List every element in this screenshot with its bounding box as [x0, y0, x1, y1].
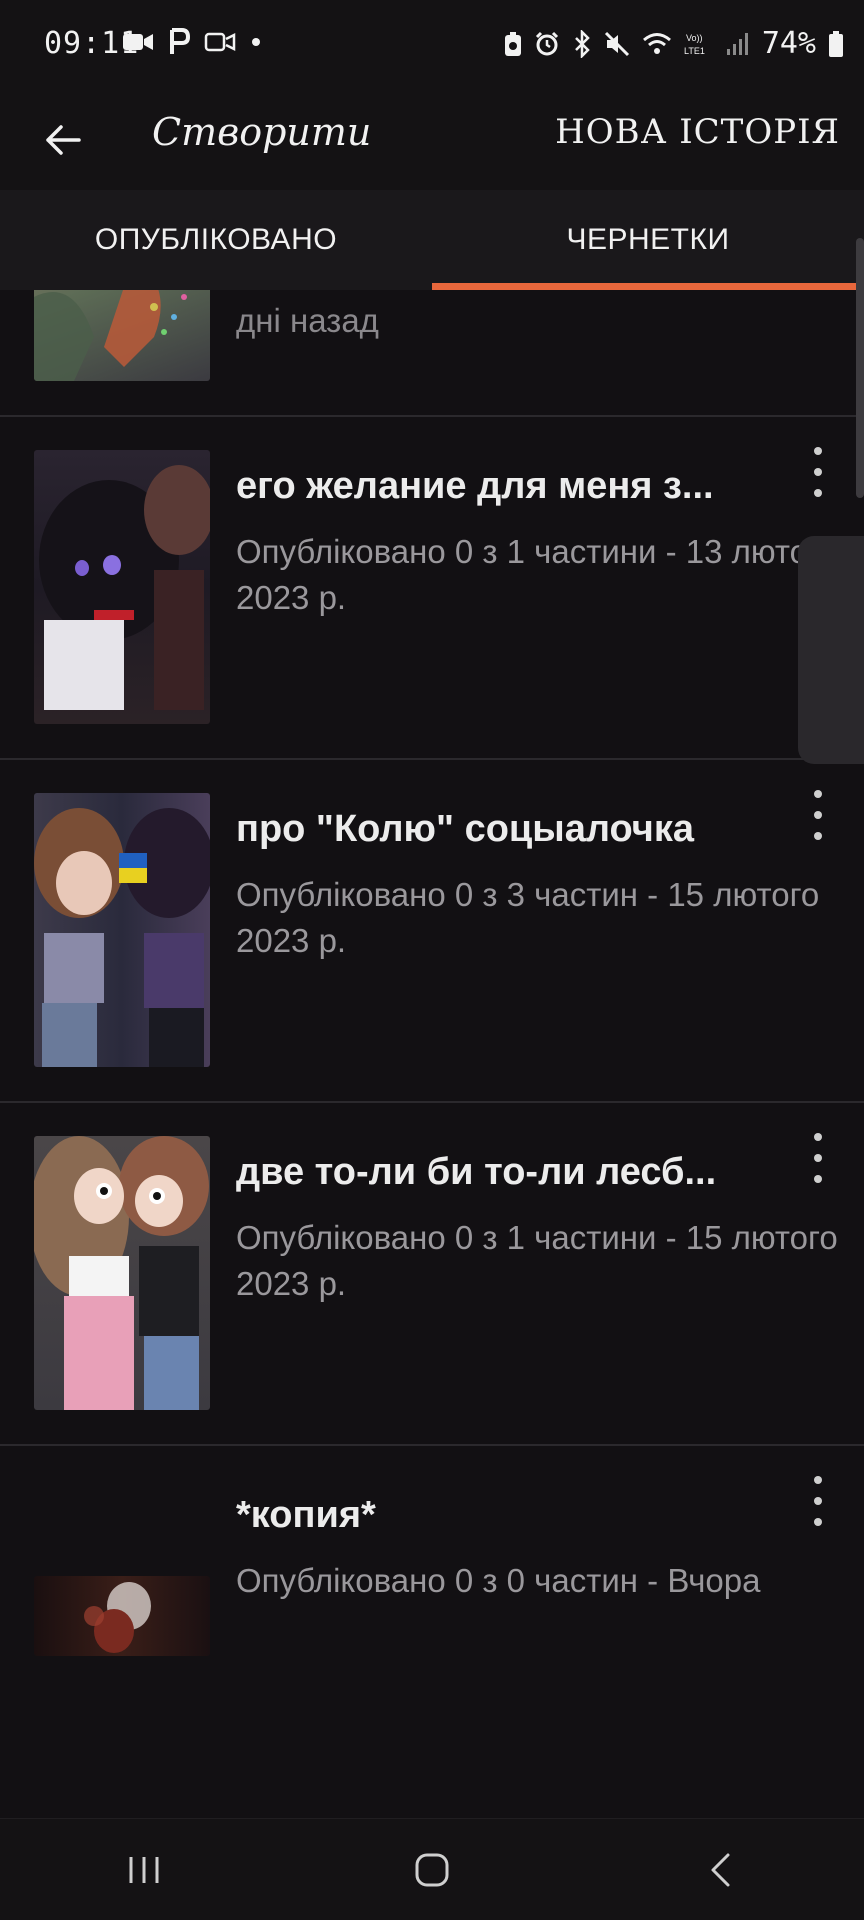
- story-cover: [34, 450, 210, 724]
- wifi-icon: [642, 32, 671, 54]
- story-meta: дні назад: [236, 302, 379, 339]
- volte-icon: Vo)) LTE1: [684, 33, 705, 56]
- story-cover: [34, 290, 210, 381]
- story-title: две то-ли би то-ли лесб...: [236, 1151, 717, 1193]
- status-icons-right: Vo)) LTE1 74%: [504, 26, 844, 61]
- more-options-button[interactable]: [808, 1133, 828, 1183]
- home-icon: [415, 1853, 449, 1886]
- camera-icon: [204, 32, 236, 52]
- story-cover: [34, 1576, 210, 1656]
- svg-text:LTE1: LTE1: [684, 46, 705, 56]
- recents-icon: [129, 1856, 159, 1883]
- story-list: дні назад его желание для меня з... Опуб…: [0, 290, 864, 1818]
- more-options-button[interactable]: [808, 1476, 828, 1526]
- system-nav-bar: [0, 1818, 864, 1920]
- mute-icon: [604, 31, 629, 56]
- list-item[interactable]: его желание для меня з... Опубліковано 0…: [0, 417, 864, 760]
- status-bar: 09:11 Vo)) LTE1 74%: [0, 0, 864, 90]
- story-cover: [34, 793, 210, 1067]
- arrow-left-icon: [46, 125, 81, 155]
- alarm-icon: [535, 31, 558, 55]
- story-title: про "Колю" соцыалочка: [236, 808, 694, 850]
- list-item[interactable]: про "Колю" соцыалочка Опубліковано 0 з 3…: [0, 760, 864, 1103]
- battery-percent: 74%: [761, 26, 816, 61]
- tab-bar: ОПУБЛІКОВАНО ЧЕРНЕТКИ: [0, 190, 864, 290]
- svg-text:Vo)): Vo)): [686, 33, 703, 43]
- story-meta: Опубліковано 0 з 3 частин - 15 лютого 20…: [236, 876, 820, 959]
- battery-icon: [829, 30, 843, 57]
- story-title: *копия*: [236, 1494, 376, 1536]
- video-icon: [123, 34, 153, 50]
- story-meta: Опубліковано 0 з 0 частин - Вчора: [236, 1562, 761, 1599]
- page-title: Створити: [152, 110, 372, 154]
- new-story-button[interactable]: НОВА ІСТОРІЯ: [555, 112, 840, 152]
- chevron-left-icon: [711, 1853, 730, 1886]
- story-cover: [34, 1136, 210, 1410]
- bluetooth-icon: [574, 29, 590, 58]
- story-title: его желание для меня з...: [236, 465, 714, 507]
- more-options-button[interactable]: [808, 447, 828, 497]
- edge-panel-handle[interactable]: [798, 536, 864, 764]
- dot-icon: [252, 38, 260, 46]
- tab-published[interactable]: ОПУБЛІКОВАНО: [0, 190, 432, 290]
- app-bar: Створити НОВА ІСТОРІЯ: [0, 90, 864, 190]
- list-item[interactable]: две то-ли би то-ли лесб... Опубліковано …: [0, 1103, 864, 1446]
- tab-drafts[interactable]: ЧЕРНЕТКИ: [432, 190, 864, 290]
- more-options-button[interactable]: [808, 790, 828, 840]
- scrollbar[interactable]: [856, 238, 864, 498]
- signal-icon: [726, 32, 748, 55]
- status-icons-left: [122, 28, 262, 56]
- story-meta: Опубліковано 0 з 1 частини - 13 лютого 2…: [236, 533, 838, 616]
- home-button[interactable]: [372, 1830, 492, 1910]
- p-icon: [170, 28, 190, 54]
- battery-saver-icon: [504, 31, 521, 56]
- back-nav-button[interactable]: [660, 1830, 780, 1910]
- list-item-partial[interactable]: дні назад: [0, 290, 864, 417]
- list-item[interactable]: *копия* Опубліковано 0 з 0 частин - Вчор…: [0, 1446, 864, 1789]
- recent-apps-button[interactable]: [84, 1830, 204, 1910]
- story-meta: Опубліковано 0 з 1 частини - 15 лютого 2…: [236, 1219, 838, 1302]
- back-button[interactable]: [38, 112, 88, 168]
